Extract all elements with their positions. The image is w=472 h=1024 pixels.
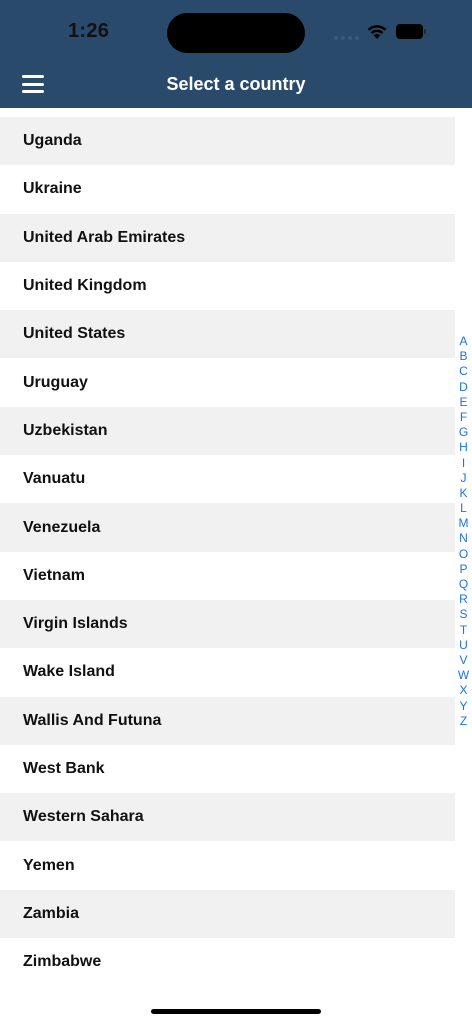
index-letter[interactable]: A [459, 334, 467, 349]
country-row[interactable]: Venezuela [0, 503, 455, 552]
index-letter[interactable]: K [459, 486, 467, 501]
country-row[interactable]: United States [0, 310, 455, 359]
country-row[interactable]: Zambia [0, 889, 455, 939]
index-letter[interactable]: P [459, 562, 467, 577]
country-row[interactable]: Zimbabwe [0, 938, 455, 987]
index-letter[interactable]: E [459, 395, 467, 410]
index-letter[interactable]: R [459, 592, 468, 607]
cellular-signal-icon [334, 35, 360, 41]
index-letter[interactable]: C [459, 364, 468, 379]
country-row[interactable]: Virgin Islands [0, 599, 455, 649]
country-row[interactable]: United Kingdom [0, 261, 455, 311]
index-letter[interactable]: N [459, 531, 468, 546]
top-bar: 1:26 Select a country [0, 0, 472, 108]
index-letter[interactable]: G [459, 425, 468, 440]
wifi-icon [367, 25, 387, 39]
index-letter[interactable]: B [459, 349, 467, 364]
country-row[interactable]: Uzbekistan [0, 406, 455, 456]
country-row[interactable]: Uruguay [0, 358, 455, 407]
country-row[interactable]: Wake Island [0, 648, 455, 697]
home-indicator[interactable] [151, 1009, 321, 1014]
alphabet-index[interactable]: ABCDEFGHIJKLMNOPQRSTUVWXYZ [455, 334, 472, 729]
index-letter[interactable]: F [460, 410, 467, 425]
index-letter[interactable]: H [459, 440, 468, 455]
index-letter[interactable]: W [458, 668, 469, 683]
country-row[interactable]: Ukraine [0, 165, 455, 214]
battery-icon [396, 24, 426, 39]
country-row[interactable]: Western Sahara [0, 793, 455, 842]
index-letter[interactable]: D [459, 380, 468, 395]
index-letter[interactable]: T [460, 623, 467, 638]
index-letter[interactable]: S [459, 607, 467, 622]
country-row[interactable]: Wallis And Futuna [0, 696, 455, 745]
index-letter[interactable]: X [459, 683, 467, 698]
index-letter[interactable]: J [461, 471, 467, 486]
status-time: 1:26 [68, 20, 110, 42]
index-letter[interactable]: V [459, 653, 467, 668]
dynamic-island [167, 13, 305, 53]
country-row[interactable]: Vietnam [0, 551, 455, 600]
index-letter[interactable]: L [460, 501, 467, 516]
country-row[interactable]: Vanuatu [0, 455, 455, 504]
index-letter[interactable]: M [459, 516, 469, 531]
index-letter[interactable]: Y [459, 699, 467, 714]
index-letter[interactable]: U [459, 638, 468, 653]
country-row[interactable]: Yemen [0, 841, 455, 890]
country-row[interactable]: United Arab Emirates [0, 213, 455, 262]
country-row[interactable]: Uganda [0, 117, 455, 166]
index-letter[interactable]: Z [460, 714, 467, 729]
page-title: Select a country [166, 74, 306, 94]
country-list: Uganda Ukraine United Arab Emirates United … [0, 117, 455, 987]
index-letter[interactable]: I [462, 456, 465, 471]
index-letter[interactable]: O [459, 547, 468, 562]
index-letter[interactable]: Q [459, 577, 468, 592]
country-row[interactable]: West Bank [0, 744, 455, 794]
